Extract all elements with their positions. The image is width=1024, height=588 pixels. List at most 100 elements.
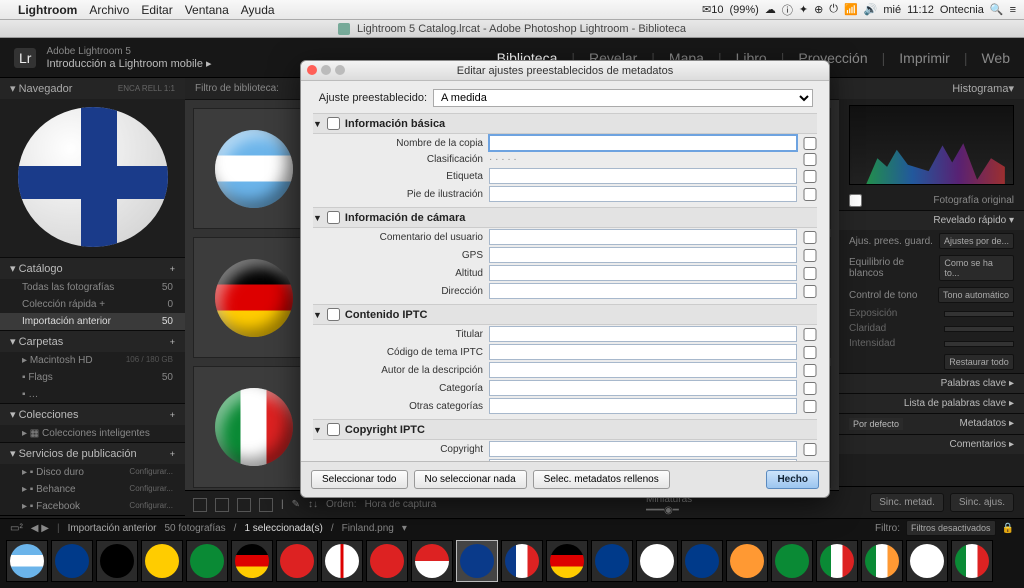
preset-select[interactable]: A medida: [433, 89, 813, 107]
metadata-input[interactable]: [489, 441, 797, 457]
metadata-input[interactable]: [489, 229, 797, 245]
publish-service[interactable]: ▸ ▪ FacebookConfigurar...: [0, 498, 185, 515]
reset-all-button[interactable]: Restaurar todo: [944, 354, 1014, 370]
filmstrip-cell[interactable]: [546, 540, 588, 582]
metadata-input[interactable]: Desconocido: [489, 459, 797, 461]
orig-photo-checkbox[interactable]: [849, 194, 862, 207]
filmstrip-cell[interactable]: [906, 540, 948, 582]
filmstrip-cell[interactable]: [321, 540, 363, 582]
filmstrip-cell[interactable]: [771, 540, 813, 582]
spotlight-icon[interactable]: 🔍: [990, 3, 1004, 16]
metadata-input[interactable]: [489, 168, 797, 184]
keyword-list-header[interactable]: Lista de palabras clave ▸: [839, 393, 1024, 413]
filmstrip-cell[interactable]: [726, 540, 768, 582]
metadata-header[interactable]: Por defectoMetadatos ▸: [839, 413, 1024, 434]
fs-filter-select[interactable]: Filtros desactivados: [906, 520, 996, 536]
filmstrip-cell[interactable]: [96, 540, 138, 582]
metadata-input[interactable]: [489, 380, 797, 396]
select-filled-button[interactable]: Selec. metadatos rellenos: [533, 470, 670, 489]
fs-crumb-source[interactable]: Importación anterior: [68, 523, 157, 534]
filmstrip-cell[interactable]: [681, 540, 723, 582]
field-include-checkbox[interactable]: [803, 249, 817, 262]
keywords-header[interactable]: Palabras clave ▸: [839, 373, 1024, 393]
publish-header[interactable]: ▾ Servicios de publicación+: [0, 443, 185, 464]
auto-tone-button[interactable]: Tono automático: [938, 287, 1014, 303]
done-button[interactable]: Hecho: [766, 470, 819, 489]
section-header[interactable]: ▼ Contenido IPTC: [313, 304, 817, 325]
wb-select[interactable]: Como se ha to...: [939, 255, 1014, 281]
field-include-checkbox[interactable]: [803, 328, 817, 341]
field-include-checkbox[interactable]: [803, 285, 817, 298]
comments-header[interactable]: Comentarios ▸: [839, 434, 1024, 454]
folders-header[interactable]: ▾ Carpetas+: [0, 331, 185, 352]
field-include-checkbox[interactable]: [803, 188, 817, 201]
clarity-slider[interactable]: [944, 326, 1014, 332]
sync-settings-button[interactable]: Sinc. ajus.: [950, 493, 1014, 512]
metadata-input[interactable]: [489, 362, 797, 378]
navigator-header[interactable]: ▾ Navegador ENCA RELL 1:1: [0, 78, 185, 99]
filmstrip-cell[interactable]: [636, 540, 678, 582]
compare-view-icon[interactable]: [237, 498, 251, 512]
menu-archivo[interactable]: Archivo: [89, 3, 129, 17]
catalog-row[interactable]: Todas las fotografías50: [0, 279, 185, 296]
close-icon[interactable]: [307, 65, 317, 75]
filmstrip-cell[interactable]: [186, 540, 228, 582]
filmstrip-cell[interactable]: [501, 540, 543, 582]
filmstrip-cell[interactable]: [816, 540, 858, 582]
filmstrip-cell[interactable]: [276, 540, 318, 582]
section-header[interactable]: ▼ Copyright IPTC: [313, 419, 817, 440]
smart-collections[interactable]: ▸ ▦ Colecciones inteligentes: [0, 425, 185, 442]
filmstrip-cell[interactable]: [231, 540, 273, 582]
field-include-checkbox[interactable]: [803, 382, 817, 395]
field-include-checkbox[interactable]: [803, 153, 817, 166]
navigator-preview[interactable]: [0, 99, 185, 257]
field-include-checkbox[interactable]: [803, 364, 817, 377]
loupe-view-icon[interactable]: [215, 498, 229, 512]
filmstrip-cell[interactable]: [366, 540, 408, 582]
filmstrip-cell[interactable]: [141, 540, 183, 582]
intensity-slider[interactable]: [944, 341, 1014, 347]
filmstrip-cell[interactable]: [411, 540, 453, 582]
publish-service[interactable]: ▸ ▪ BehanceConfigurar...: [0, 481, 185, 498]
mail-icon[interactable]: ✉ 10: [702, 3, 723, 16]
thumbnail-cell[interactable]: [193, 237, 314, 358]
metadata-input[interactable]: [489, 247, 797, 263]
survey-view-icon[interactable]: [259, 498, 273, 512]
thumbnail-cell[interactable]: [193, 108, 314, 229]
catalog-row[interactable]: Importación anterior50: [0, 313, 185, 330]
select-all-button[interactable]: Seleccionar todo: [311, 470, 408, 489]
filmstrip-cell[interactable]: [591, 540, 633, 582]
menu-editar[interactable]: Editar: [141, 3, 172, 17]
metadata-input[interactable]: [489, 344, 797, 360]
catalog-row[interactable]: Colección rápida +0: [0, 296, 185, 313]
collections-header[interactable]: ▾ Colecciones+: [0, 404, 185, 425]
app-name[interactable]: Lightroom: [18, 3, 77, 17]
section-header[interactable]: ▼ Información básica: [313, 113, 817, 134]
field-include-checkbox[interactable]: [803, 346, 817, 359]
user-name[interactable]: Ontecnia: [940, 4, 984, 16]
saved-preset-select[interactable]: Ajustes por de...: [939, 233, 1014, 249]
catalog-header[interactable]: ▾ Catálogo+: [0, 258, 185, 279]
disk-row[interactable]: ▸ Macintosh HD106 / 180 GB: [0, 352, 185, 369]
section-header[interactable]: ▼ Información de cámara: [313, 207, 817, 228]
field-include-checkbox[interactable]: [803, 137, 817, 150]
thumbnail-cell[interactable]: [193, 366, 314, 487]
second-window-icon[interactable]: ▭²: [10, 523, 23, 534]
field-include-checkbox[interactable]: [803, 461, 817, 462]
folder-row[interactable]: ▪ Flags50: [0, 369, 185, 386]
metadata-input[interactable]: · · · · ·: [489, 154, 797, 165]
metadata-input[interactable]: [489, 283, 797, 299]
grid-view-icon[interactable]: [193, 498, 207, 512]
filter-lock-icon[interactable]: 🔒: [1002, 523, 1014, 534]
filmstrip-cell[interactable]: [951, 540, 993, 582]
metadata-input[interactable]: [489, 265, 797, 281]
field-include-checkbox[interactable]: [803, 267, 817, 280]
metadata-input[interactable]: [489, 326, 797, 342]
field-include-checkbox[interactable]: [803, 400, 817, 413]
field-include-checkbox[interactable]: [803, 443, 817, 456]
filmstrip-cell[interactable]: [51, 540, 93, 582]
metadata-input[interactable]: [489, 135, 797, 151]
histogram-header[interactable]: Histograma ▾: [839, 78, 1024, 99]
painter-icon[interactable]: ✎: [292, 499, 300, 510]
module-web[interactable]: Web: [981, 50, 1010, 66]
